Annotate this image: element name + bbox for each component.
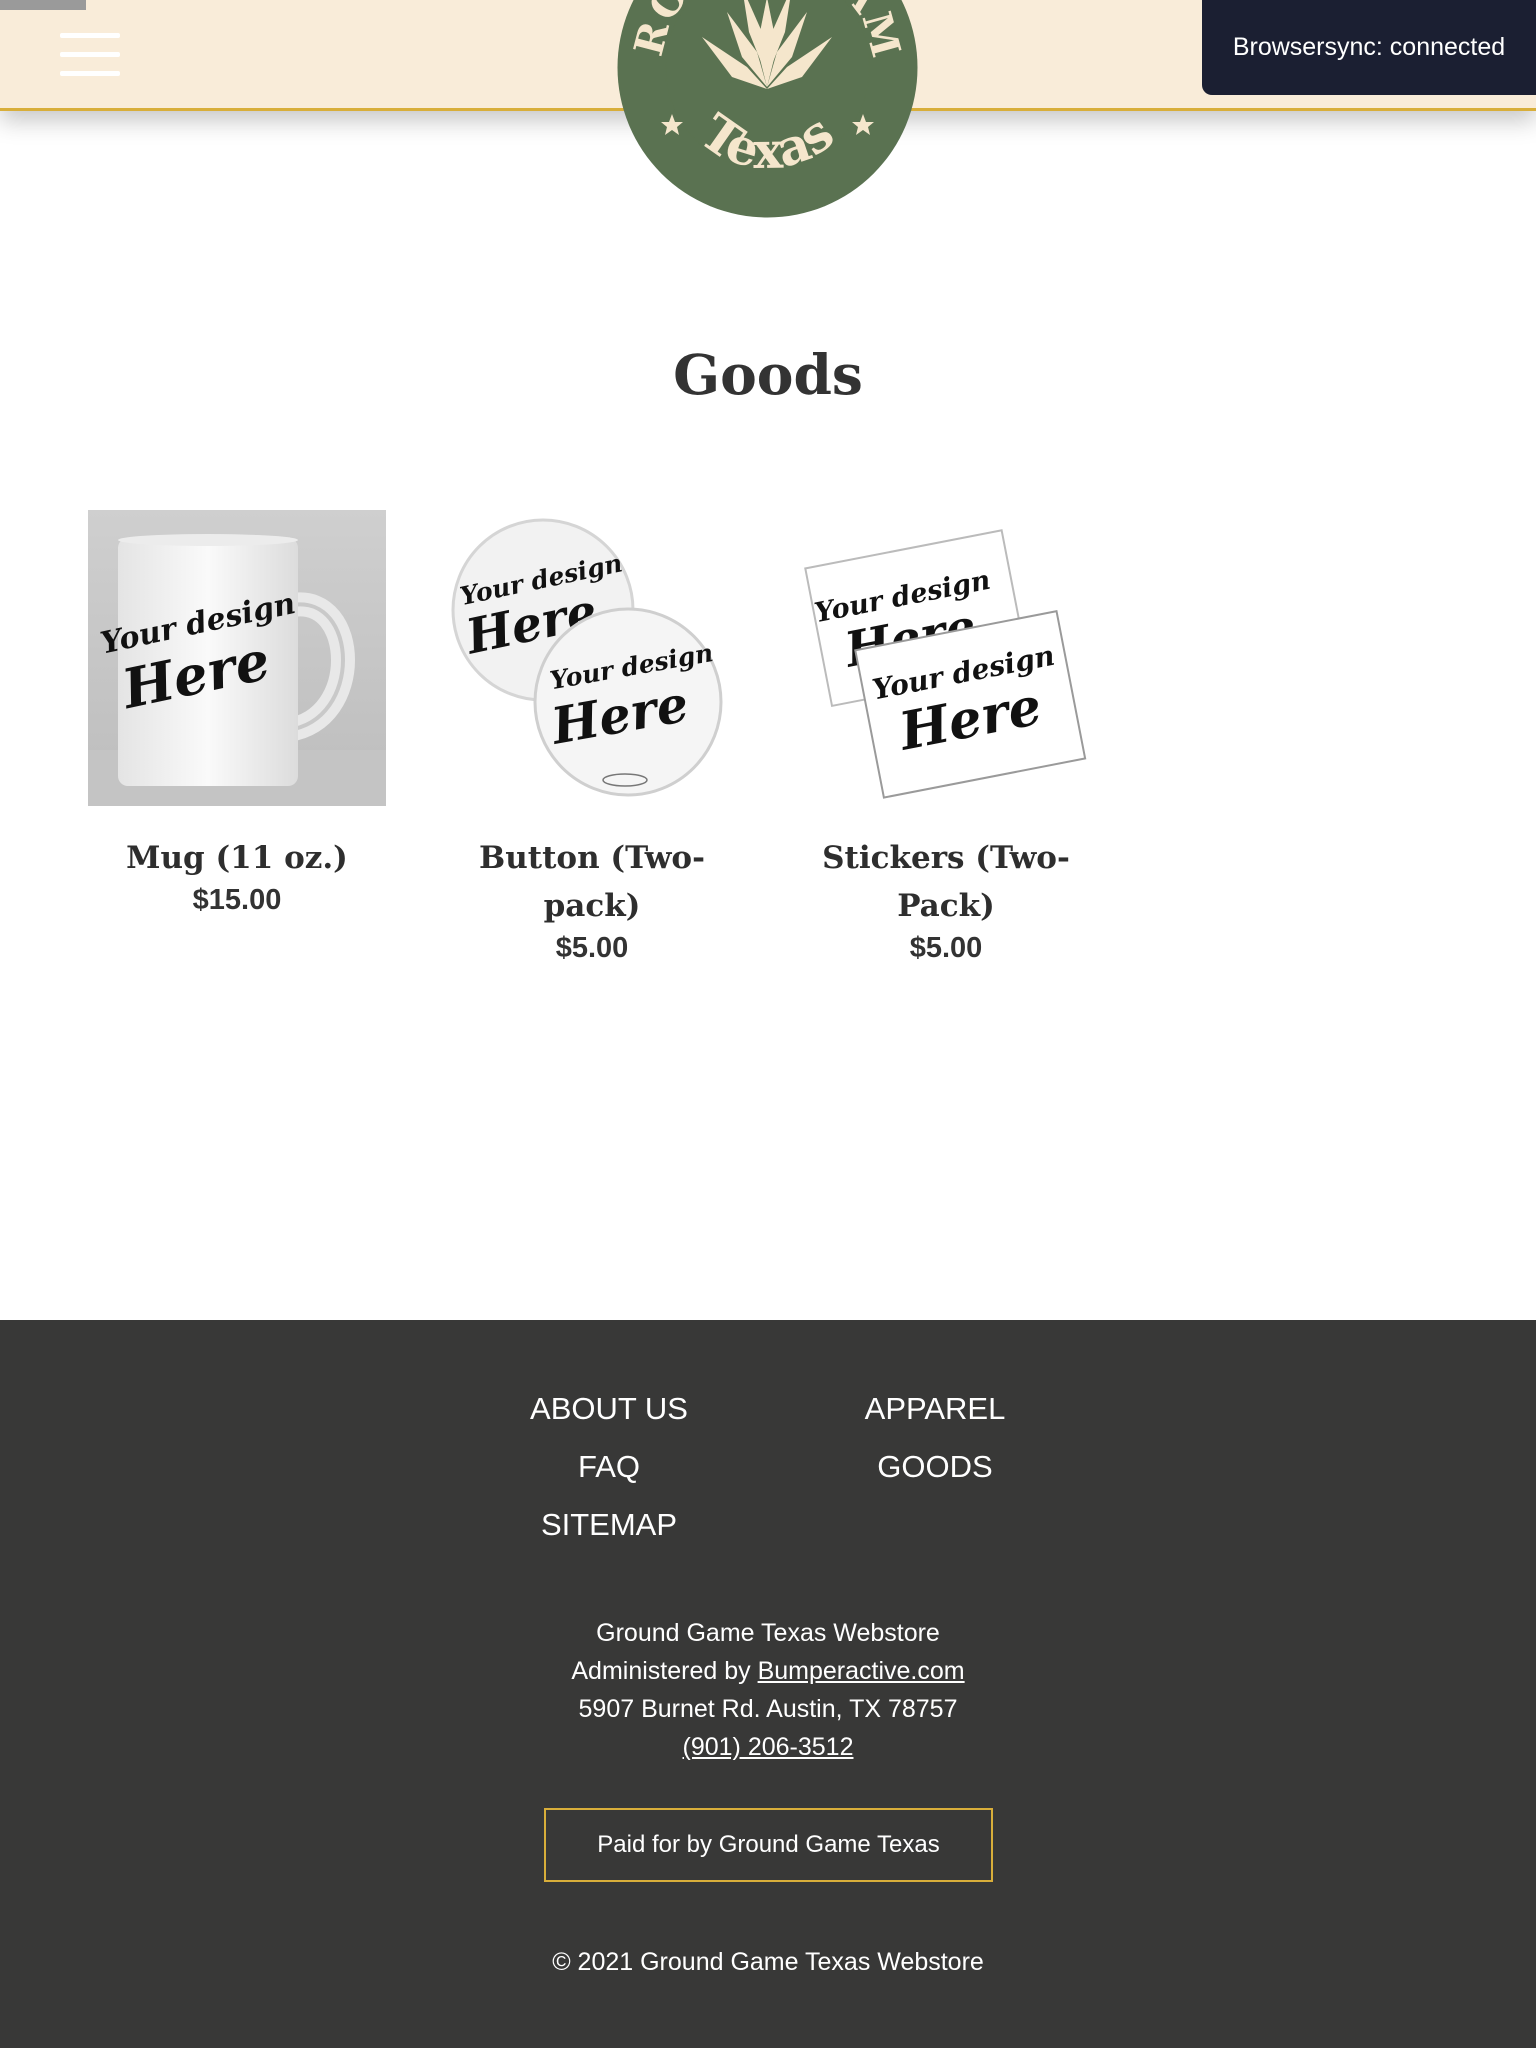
page-title: Goods (673, 342, 863, 407)
hamburger-menu-icon[interactable] (60, 33, 120, 77)
hamburger-line (60, 71, 120, 76)
footer-nav-col-1: ABOUT US FAQ SITEMAP (479, 1380, 739, 1554)
footer-phone-link[interactable]: (901) 206-3512 (683, 1733, 854, 1761)
paid-for-notice: Paid for by Ground Game Texas (544, 1808, 993, 1882)
product-card-button[interactable]: Your design Here Your design Here Button… (443, 510, 741, 968)
footer-link-about-us[interactable]: ABOUT US (479, 1380, 739, 1438)
site-footer: ABOUT US FAQ SITEMAP APPAREL GOODS Groun… (0, 1320, 1536, 2048)
footer-admin-prefix: Administered by (571, 1657, 758, 1685)
product-image-button[interactable]: Your design Here Your design Here (443, 510, 741, 806)
footer-admin-line: Administered by Bumperactive.com (0, 1652, 1536, 1690)
site-logo[interactable]: GROUND GAME Texas (617, 0, 918, 218)
product-image-mug[interactable]: Your design Here (88, 510, 386, 806)
hamburger-line (60, 52, 120, 57)
browsersync-notification: Browsersync: connected (1202, 0, 1536, 95)
product-price: $5.00 (555, 932, 629, 964)
footer-link-apparel[interactable]: APPAREL (805, 1380, 1065, 1438)
footer-info: Ground Game Texas Webstore Administered … (0, 1614, 1536, 1766)
product-card-stickers[interactable]: Your design Here Your design Here Sticke… (797, 510, 1095, 968)
product-card-mug[interactable]: Your design Here Mug (11 oz.) $15.00 (88, 510, 386, 920)
footer-link-faq[interactable]: FAQ (479, 1438, 739, 1496)
product-price: $15.00 (192, 884, 282, 916)
product-image-stickers[interactable]: Your design Here Your design Here (797, 510, 1095, 806)
hamburger-line (60, 33, 120, 38)
footer-nav-col-2: APPAREL GOODS (805, 1380, 1065, 1496)
corner-tab (0, 0, 86, 10)
footer-link-goods[interactable]: GOODS (805, 1438, 1065, 1496)
footer-store-name: Ground Game Texas Webstore (596, 1619, 940, 1647)
footer-address: 5907 Burnet Rd. Austin, TX 78757 (578, 1695, 958, 1723)
footer-copyright: © 2021 Ground Game Texas Webstore (552, 1948, 984, 1976)
product-name[interactable]: Button (Two-pack) (443, 834, 741, 930)
product-name[interactable]: Mug (11 oz.) (88, 834, 386, 882)
footer-admin-link[interactable]: Bumperactive.com (758, 1657, 965, 1685)
product-price: $5.00 (909, 932, 983, 964)
footer-link-sitemap[interactable]: SITEMAP (479, 1496, 739, 1554)
product-name[interactable]: Stickers (Two-Pack) (797, 834, 1095, 930)
